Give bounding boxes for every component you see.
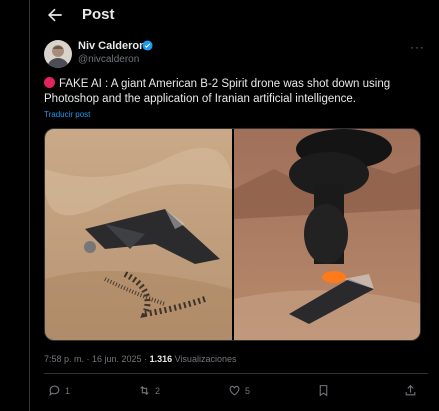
post-detail-panel: Post Niv Calderon @nivcalderon ··· FAKE … — [29, 0, 439, 411]
verified-badge-icon — [142, 40, 153, 51]
translate-link[interactable]: Traducir post — [44, 110, 90, 119]
post-header: Post — [30, 0, 439, 30]
post-timestamp[interactable]: 7:58 p. m. · 16 jun. 2025 · — [44, 354, 150, 364]
reply-count: 1 — [65, 385, 71, 396]
repost-count: 2 — [155, 385, 161, 396]
bookmark-icon — [319, 385, 328, 397]
post-text-body: FAKE AI : A giant American B-2 Spirit dr… — [44, 78, 391, 105]
media-image-right[interactable] — [234, 129, 421, 341]
author-handle[interactable]: @nivcalderon — [78, 54, 139, 65]
views-count: 1.316 — [149, 354, 173, 364]
avatar[interactable] — [44, 40, 72, 68]
heart-icon — [229, 385, 240, 396]
page-title: Post — [82, 6, 115, 23]
post-media[interactable] — [44, 128, 421, 341]
repost-icon — [140, 385, 149, 396]
red-circle-icon — [44, 77, 55, 88]
like-button[interactable]: 5 — [228, 384, 250, 397]
arrow-left-icon[interactable] — [45, 5, 65, 25]
share-icon — [405, 384, 416, 396]
like-count: 5 — [245, 385, 251, 396]
repost-button[interactable]: 2 — [138, 384, 160, 397]
reply-icon — [49, 385, 60, 397]
bookmark-button[interactable] — [317, 384, 330, 397]
action-bar: 1 2 5 — [30, 384, 439, 404]
more-options-icon[interactable]: ··· — [410, 40, 425, 54]
author-name[interactable]: Niv Calderon — [78, 40, 146, 52]
reply-button[interactable]: 1 — [48, 384, 70, 397]
divider — [44, 373, 428, 374]
views-label: Visualizaciones — [172, 354, 237, 364]
share-button[interactable] — [404, 384, 417, 397]
media-image-left[interactable] — [45, 129, 232, 341]
post-meta: 7:58 p. m. · 16 jun. 2025 · 1.316 Visual… — [44, 354, 236, 364]
post-text: FAKE AI : A giant American B-2 Spirit dr… — [44, 77, 424, 107]
